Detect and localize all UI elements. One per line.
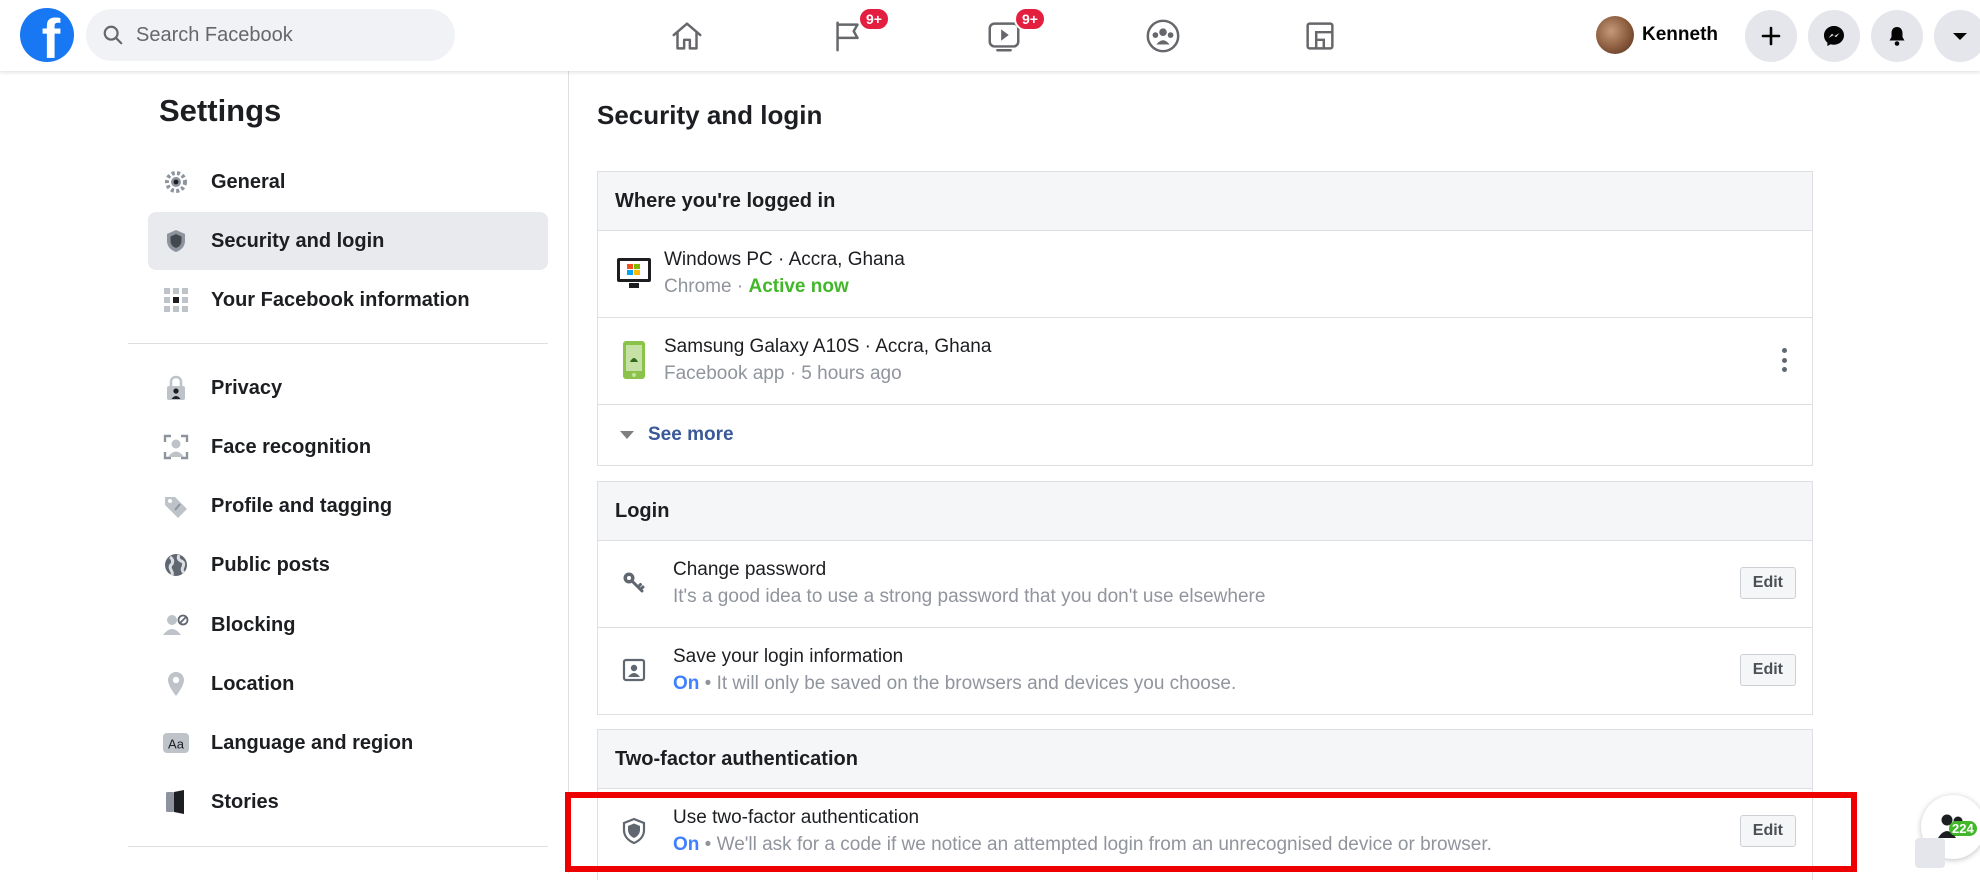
sidebar-item-label: Public posts — [211, 553, 330, 576]
save-login-title: Save your login information — [673, 646, 904, 667]
edit-password-button[interactable]: Edit — [1739, 567, 1796, 599]
gaming-icon — [1306, 22, 1334, 50]
sidebar-item-face-recognition[interactable]: Face recognition — [148, 418, 548, 476]
sidebar-item-label: Your Facebook information — [211, 288, 470, 311]
save-login-note: • It will only be saved on the browsers … — [699, 673, 1237, 694]
sidebar-item-general[interactable]: General — [148, 153, 548, 211]
logged-in-card: Where you're logged in Windows PC · Accr… — [597, 171, 1813, 466]
scroll-widget[interactable] — [1915, 838, 1945, 868]
save-login-description: On • It will only be saved on the browse… — [673, 673, 1236, 695]
facebook-logo-icon[interactable]: f — [20, 8, 74, 62]
location-pin-icon — [161, 669, 191, 699]
messenger-button[interactable] — [1808, 10, 1860, 62]
home-icon — [672, 22, 702, 50]
grid-info-icon — [161, 285, 191, 315]
face-scan-icon — [161, 432, 191, 462]
session-app: Facebook app · 5 hours ago — [664, 363, 902, 384]
language-aa-icon: Aa — [161, 728, 191, 758]
login-card: Login Change password It's a good idea t… — [597, 481, 1813, 715]
sidebar-item-blocking[interactable]: Blocking — [148, 596, 548, 654]
save-login-row[interactable]: Save your login information On • It will… — [598, 628, 1812, 714]
sidebar-divider — [128, 343, 548, 344]
nav-groups[interactable] — [1133, 10, 1193, 62]
sidebar-item-label: Face recognition — [211, 435, 372, 458]
caret-down-icon — [620, 431, 634, 439]
logged-in-header: Where you're logged in — [598, 172, 1812, 231]
session-device: Samsung Galaxy A10S · Accra, Ghana — [664, 336, 992, 357]
id-card-icon — [616, 652, 652, 688]
create-plus-icon — [1761, 26, 1781, 46]
active-now-status: Active now — [748, 276, 849, 297]
sidebar-item-label: Stories — [211, 790, 279, 813]
sidebar-item-facebook-information[interactable]: Your Facebook information — [148, 271, 548, 329]
sidebar-item-label: Privacy — [211, 376, 283, 399]
svg-text:Aa: Aa — [168, 737, 185, 752]
sidebar-item-profile-tagging[interactable]: Profile and tagging — [148, 477, 548, 535]
pages-badge: 9+ — [858, 7, 890, 31]
sidebar-item-language-region[interactable]: Aa Language and region — [148, 714, 548, 772]
session-app: Chrome · — [664, 276, 749, 297]
contacts-count-badge: 224 — [1949, 821, 1977, 836]
nav-watch[interactable]: 9+ — [974, 7, 1046, 62]
top-navigation-bar: f 9+ 9+ — [0, 0, 1980, 71]
session-details: Chrome · Active now — [664, 276, 849, 298]
change-password-title: Change password — [673, 559, 827, 580]
android-phone-icon — [616, 341, 652, 379]
two-factor-header: Two-factor authentication — [598, 730, 1812, 789]
notifications-bell-icon — [1889, 27, 1905, 46]
notifications-button[interactable] — [1871, 10, 1923, 62]
status-on: On — [673, 673, 700, 694]
edit-save-login-button[interactable]: Edit — [1739, 654, 1796, 686]
sidebar-item-location[interactable]: Location — [148, 655, 548, 713]
desktop-windows-icon — [616, 255, 652, 291]
sidebar-item-label: Blocking — [211, 613, 296, 636]
avatar — [1596, 16, 1634, 54]
shield-icon — [161, 226, 191, 256]
sidebar-item-stories[interactable]: Stories — [148, 773, 548, 831]
profile-link[interactable]: Kenneth — [1592, 12, 1728, 58]
page-title: Security and login — [597, 100, 823, 130]
sidebar-item-label: Profile and tagging — [211, 494, 393, 517]
session-row: Windows PC · Accra, Ghana Chrome · Activ… — [598, 231, 1812, 318]
sidebar-item-label: Language and region — [211, 731, 414, 754]
change-password-description: It's a good idea to use a strong passwor… — [673, 586, 1266, 607]
session-device: Windows PC · Accra, Ghana — [664, 249, 905, 270]
sidebar-item-public-posts[interactable]: Public posts — [148, 536, 548, 594]
key-icon — [616, 565, 652, 601]
messenger-icon — [1824, 26, 1844, 46]
book-icon — [161, 787, 191, 817]
nav-gaming[interactable] — [1290, 10, 1350, 62]
sidebar-item-label: Security and login — [211, 229, 385, 252]
tag-icon — [161, 491, 191, 521]
sidebar-item-label: General — [211, 170, 286, 193]
search-input[interactable] — [134, 22, 438, 48]
account-menu-button[interactable] — [1934, 10, 1980, 62]
sidebar-item-label: Location — [211, 672, 295, 695]
settings-sidebar: Settings General Security and login Your… — [0, 71, 569, 873]
highlight-annotation-box — [565, 792, 1857, 872]
create-button[interactable] — [1745, 10, 1797, 62]
profile-name: Kenneth — [1642, 24, 1718, 45]
block-user-icon — [161, 610, 191, 640]
search-box[interactable] — [86, 9, 455, 61]
gear-icon — [161, 167, 191, 197]
nav-home[interactable] — [657, 10, 717, 62]
sidebar-divider — [128, 846, 548, 847]
sidebar-item-security[interactable]: Security and login — [148, 212, 548, 270]
more-options-icon[interactable] — [1782, 348, 1788, 372]
search-icon — [103, 25, 123, 45]
session-row: Samsung Galaxy A10S · Accra, Ghana Faceb… — [598, 318, 1812, 405]
login-header: Login — [598, 482, 1812, 541]
see-more-label: See more — [648, 424, 734, 445]
lock-person-icon — [161, 373, 191, 403]
watch-badge: 9+ — [1014, 7, 1046, 31]
account-caret-icon — [1953, 33, 1967, 40]
nav-pages[interactable]: 9+ — [818, 7, 890, 62]
change-password-row[interactable]: Change password It's a good idea to use … — [598, 541, 1812, 628]
globe-icon — [161, 550, 191, 580]
sidebar-item-privacy[interactable]: Privacy — [148, 359, 548, 417]
groups-icon — [1146, 19, 1180, 53]
see-more-link[interactable]: See more — [598, 405, 1812, 465]
settings-title: Settings — [159, 93, 282, 128]
